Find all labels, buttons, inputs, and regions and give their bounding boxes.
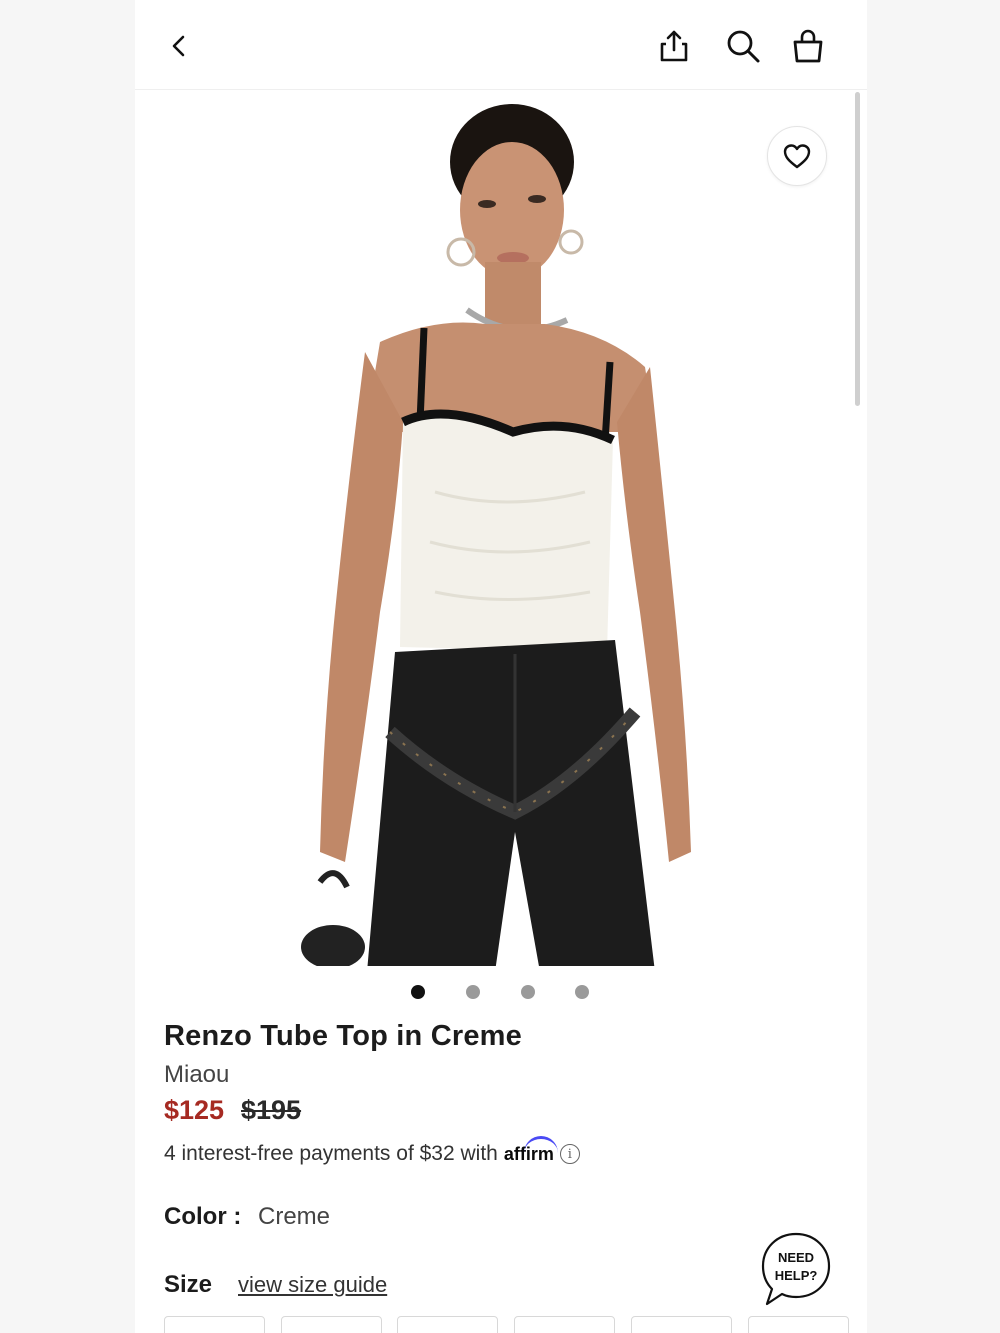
- scrollbar[interactable]: [855, 92, 860, 406]
- sale-price: $125: [164, 1095, 225, 1125]
- carousel-dot[interactable]: [466, 985, 480, 999]
- top-nav-bar: [135, 0, 867, 90]
- chevron-left-icon: [172, 35, 185, 57]
- search-button[interactable]: [719, 22, 767, 70]
- size-option[interactable]: [748, 1316, 849, 1333]
- affirm-logo: affirm: [504, 1135, 558, 1165]
- size-option[interactable]: [164, 1316, 265, 1333]
- color-label: Color :: [164, 1203, 242, 1230]
- product-brand[interactable]: Miaou: [164, 1061, 229, 1089]
- app-frame: Renzo Tube Top in Creme Miaou $125 $195 …: [135, 0, 867, 1333]
- size-option[interactable]: [631, 1316, 732, 1333]
- search-icon: [727, 30, 760, 63]
- share-button[interactable]: [650, 22, 698, 70]
- size-guide-link[interactable]: view size guide: [238, 1272, 387, 1298]
- need-help-label: NEED HELP?: [774, 1250, 818, 1283]
- carousel-dot[interactable]: [521, 985, 535, 999]
- affirm-logo-arc: [523, 1135, 558, 1154]
- product-title: Renzo Tube Top in Creme: [164, 1020, 522, 1052]
- installments-text: 4 interest-free payments of $32 with: [164, 1142, 498, 1165]
- color-value: Creme: [258, 1203, 331, 1230]
- info-icon[interactable]: i: [559, 1144, 580, 1164]
- size-option[interactable]: [281, 1316, 382, 1333]
- bag-button[interactable]: [784, 22, 832, 70]
- size-label: Size: [164, 1271, 213, 1298]
- product-photo: [135, 92, 867, 966]
- size-option[interactable]: [397, 1316, 498, 1333]
- size-options: [164, 1316, 864, 1333]
- back-button[interactable]: [155, 22, 203, 70]
- carousel-indicator: [135, 984, 867, 1000]
- size-option[interactable]: [514, 1316, 615, 1333]
- shopping-bag-icon: [793, 29, 823, 63]
- need-help-button[interactable]: NEED HELP?: [761, 1232, 831, 1306]
- carousel-dot[interactable]: [575, 985, 589, 999]
- wishlist-button[interactable]: [767, 126, 827, 186]
- carousel-dot[interactable]: [411, 985, 425, 999]
- affirm-installments: 4 interest-free payments of $32 with aff…: [164, 1135, 580, 1166]
- share-icon: [660, 30, 688, 62]
- original-price: $195: [241, 1095, 302, 1125]
- product-image-gallery[interactable]: [135, 92, 867, 966]
- heart-icon: [783, 144, 811, 169]
